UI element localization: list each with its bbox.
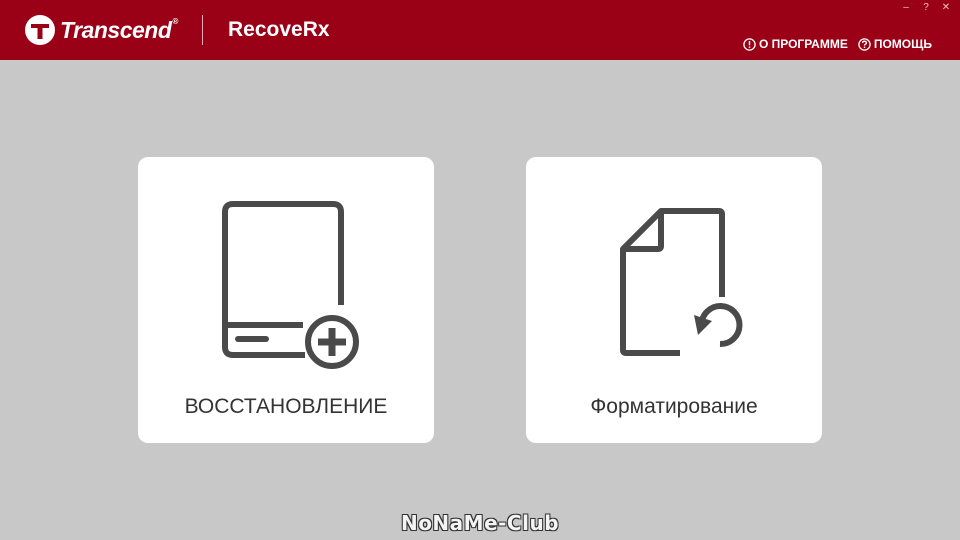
help-link[interactable]: ПОМОЩЬ <box>858 37 932 51</box>
format-card[interactable]: Форматирование <box>526 157 822 443</box>
format-card-label: Форматирование <box>590 395 758 418</box>
drive-add-icon <box>222 201 359 369</box>
recover-card[interactable]: ВОССТАНОВЛЕНИЕ <box>138 157 434 443</box>
watermark: NoNaMe-Club <box>400 511 560 535</box>
brand-name: Transcend® <box>60 16 178 43</box>
help-link-label: ПОМОЩЬ <box>873 37 932 51</box>
header-divider <box>202 15 203 45</box>
info-icon <box>743 37 756 51</box>
recover-card-label: ВОССТАНОВЛЕНИЕ <box>184 395 388 418</box>
title-bar: Transcend® RecoveRx – ? ✕ О ПРОГРАММЕ ПО… <box>0 0 960 60</box>
about-link[interactable]: О ПРОГРАММЕ <box>743 37 848 51</box>
app-title: RecoveRx <box>228 18 330 41</box>
brand-logo: Transcend® <box>24 14 178 46</box>
file-restore-icon <box>620 208 743 356</box>
minimize-button[interactable]: – <box>900 2 912 14</box>
close-button[interactable]: ✕ <box>940 2 952 14</box>
top-links: О ПРОГРАММЕ ПОМОЩЬ <box>743 37 932 51</box>
window-help-button[interactable]: ? <box>920 2 932 14</box>
help-icon <box>858 37 871 51</box>
transcend-logo-icon <box>25 15 55 45</box>
about-link-label: О ПРОГРАММЕ <box>758 37 848 51</box>
window-controls: – ? ✕ <box>900 2 952 14</box>
